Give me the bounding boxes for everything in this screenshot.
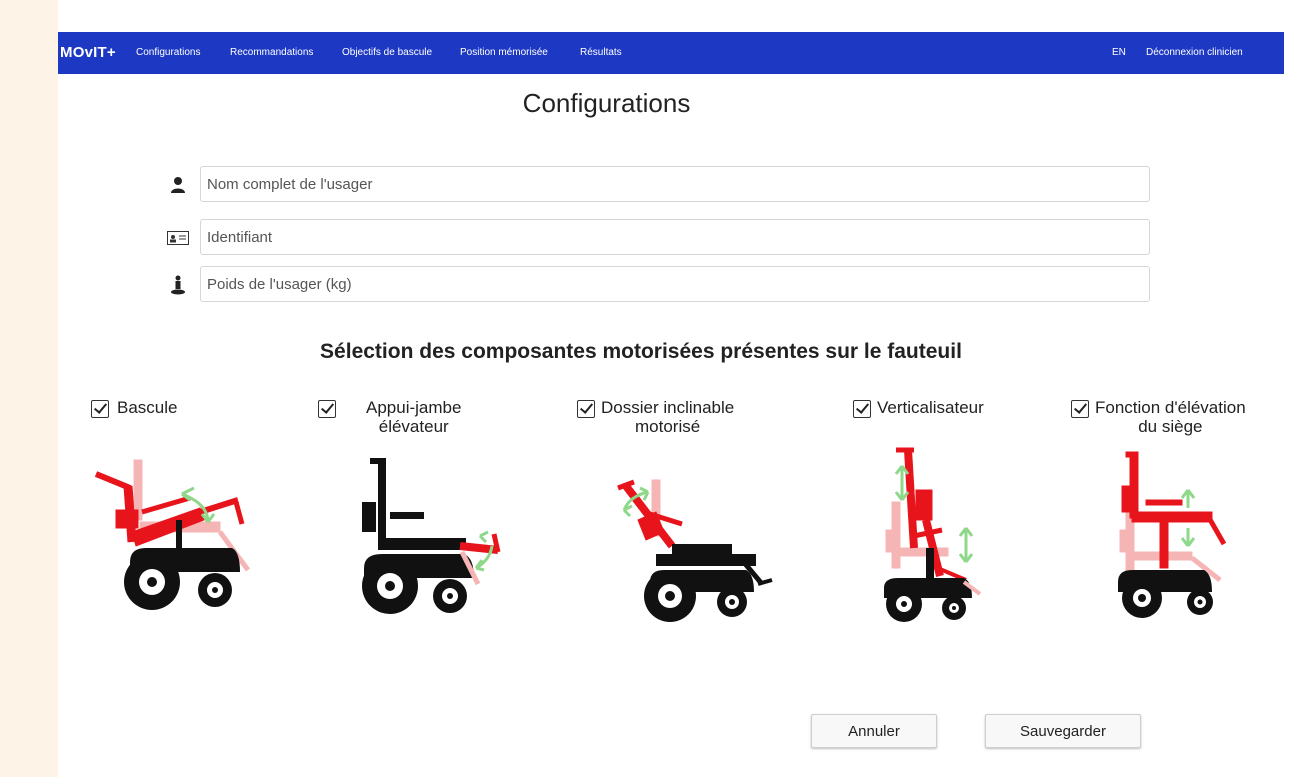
verticalisateur-checkbox-label[interactable]: Verticalisateur (853, 398, 1083, 418)
language-toggle[interactable]: EN (1112, 47, 1126, 58)
logout-link[interactable]: Déconnexion clinicien (1146, 47, 1243, 58)
standing-wheelchair-icon (884, 447, 982, 622)
user-icon (164, 175, 192, 195)
appui-jambe-label: Appui-jambe élévateur (366, 398, 462, 436)
dossier-checkbox-label[interactable]: Dossier inclinable motorisé (577, 398, 807, 436)
brand-logo[interactable]: MOvIT+ (60, 44, 116, 61)
id-card-icon (164, 228, 192, 248)
cancel-button[interactable]: Annuler (811, 714, 937, 748)
identifier-input[interactable] (200, 219, 1150, 255)
top-navbar: MOvIT+ Configurations Recommandations Ob… (58, 32, 1284, 74)
page-title: Configurations (522, 88, 691, 118)
dossier-label: Dossier inclinable motorisé (601, 398, 735, 436)
appui-jambe-checkbox[interactable] (318, 400, 336, 418)
tilt-wheelchair-icon (94, 459, 251, 610)
nav-item-objectifs-bascule[interactable]: Objectifs de bascule (342, 47, 432, 58)
component-dossier: Dossier inclinable motorisé (577, 398, 807, 436)
nav-item-position-memorisee[interactable]: Position mémorisée (460, 47, 548, 58)
nav-item-configurations[interactable]: Configurations (136, 47, 200, 58)
elevation-label: Fonction d'élévation du siège (1095, 398, 1246, 436)
id-field-row (160, 219, 1154, 257)
bascule-label: Bascule (117, 398, 178, 417)
verticalisateur-label: Verticalisateur (877, 398, 984, 417)
elevation-checkbox[interactable] (1071, 400, 1089, 418)
components-section-title: Sélection des composantes motorisées pré… (320, 340, 962, 363)
weight-field-row (160, 266, 1154, 304)
bascule-checkbox-label[interactable]: Bascule (91, 398, 321, 418)
component-verticalisateur: Verticalisateur (853, 398, 1083, 418)
user-name-input[interactable] (200, 166, 1150, 202)
name-field-row (160, 166, 1154, 204)
leg-rest-wheelchair-icon (362, 458, 501, 614)
nav-item-resultats[interactable]: Résultats (580, 47, 622, 58)
save-button[interactable]: Sauvegarder (985, 714, 1141, 748)
appui-jambe-checkbox-label[interactable]: Appui-jambe élévateur (318, 398, 548, 436)
verticalisateur-checkbox[interactable] (853, 400, 871, 418)
seat-elevation-wheelchair-icon (1118, 451, 1227, 618)
bascule-checkbox[interactable] (91, 400, 109, 418)
component-appui-jambe: Appui-jambe élévateur (318, 398, 548, 436)
component-elevation: Fonction d'élévation du siège (1071, 398, 1295, 436)
dossier-checkbox[interactable] (577, 400, 595, 418)
nav-item-recommandations[interactable]: Recommandations (230, 47, 313, 58)
elevation-checkbox-label[interactable]: Fonction d'élévation du siège (1071, 398, 1295, 436)
weight-input[interactable] (200, 266, 1150, 302)
recline-wheelchair-icon (617, 479, 773, 622)
component-bascule: Bascule (91, 398, 321, 418)
weight-scale-icon (164, 275, 192, 295)
